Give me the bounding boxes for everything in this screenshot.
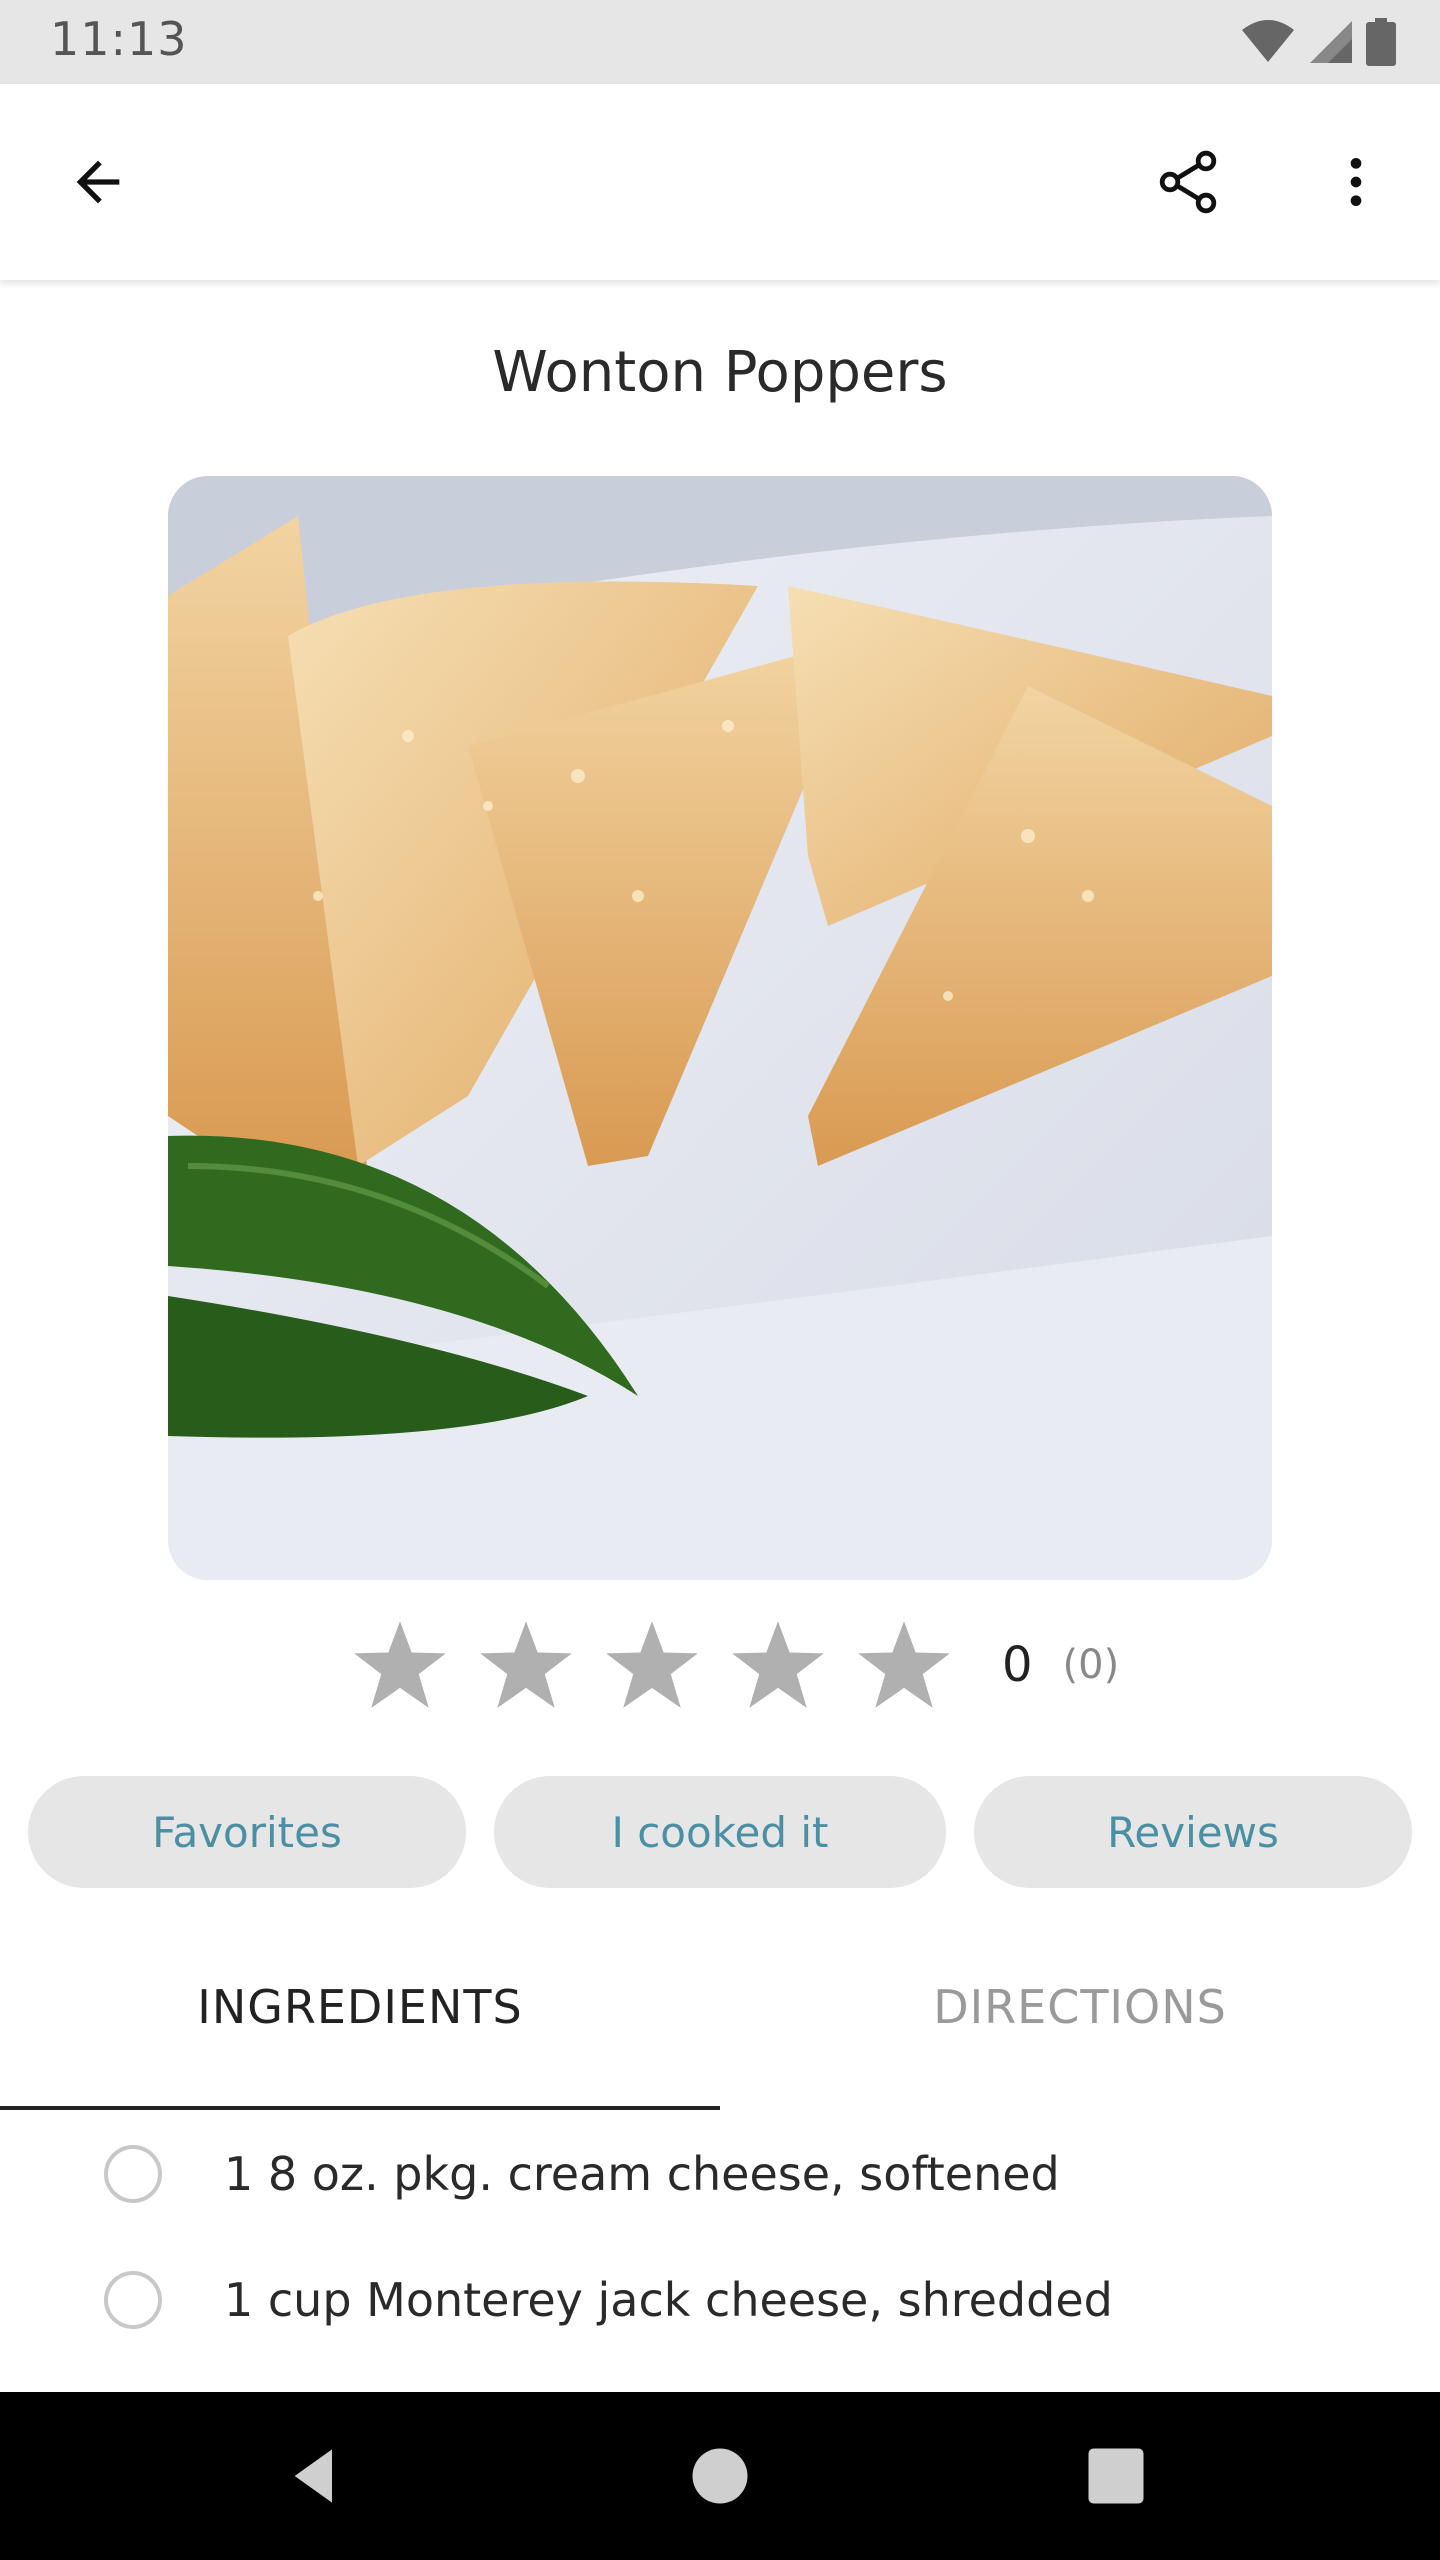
- tab-indicator: [0, 2106, 720, 2110]
- nav-home-icon: [692, 2448, 748, 2504]
- recipe-title: Wonton Poppers: [492, 340, 948, 405]
- nav-home-button[interactable]: [670, 2426, 770, 2526]
- signal-icon: [1310, 21, 1352, 63]
- status-icons: [1240, 18, 1396, 66]
- status-bar: 11:13: [0, 0, 1440, 84]
- star-icon[interactable]: [602, 1615, 702, 1715]
- star-icon[interactable]: [350, 1615, 450, 1715]
- favorites-button[interactable]: Favorites: [28, 1776, 466, 1888]
- battery-icon: [1366, 18, 1396, 66]
- star-icon[interactable]: [728, 1615, 828, 1715]
- share-button[interactable]: [1140, 134, 1236, 230]
- star-icon[interactable]: [854, 1615, 954, 1715]
- ingredient-item[interactable]: 1 cup Monterey jack cheese, shredded: [0, 2240, 1440, 2360]
- ingredient-text: 1 8 oz. pkg. cream cheese, softened: [224, 2147, 1060, 2201]
- i-cooked-it-button[interactable]: I cooked it: [494, 1776, 946, 1888]
- rating-count: (0): [1062, 1642, 1120, 1688]
- nav-back-icon: [294, 2449, 332, 2503]
- system-nav-bar: [0, 2392, 1440, 2560]
- nav-recent-button[interactable]: [1066, 2426, 1166, 2526]
- more-options-button[interactable]: [1308, 134, 1404, 230]
- back-arrow-icon: [76, 160, 120, 204]
- ingredient-text: 1 cup Monterey jack cheese, shredded: [224, 2273, 1113, 2327]
- star-icon[interactable]: [476, 1615, 576, 1715]
- ingredient-checkbox[interactable]: [104, 2145, 162, 2203]
- nav-back-button[interactable]: [266, 2426, 366, 2526]
- recipe-photo: [168, 476, 1272, 1580]
- nav-recent-icon: [1088, 2448, 1144, 2504]
- app-bar: [0, 84, 1440, 280]
- rating-value: 0: [1002, 1637, 1033, 1693]
- ingredient-checkbox[interactable]: [104, 2271, 162, 2329]
- more-vert-icon: [1350, 158, 1362, 206]
- wifi-icon: [1242, 20, 1294, 62]
- ingredient-item[interactable]: 1 8 oz. pkg. cream cheese, softened: [0, 2114, 1440, 2234]
- status-time: 11:13: [50, 12, 188, 66]
- back-button[interactable]: [50, 134, 146, 230]
- share-icon: [1159, 150, 1217, 214]
- tab-directions[interactable]: DIRECTIONS: [720, 1980, 1440, 2034]
- tab-ingredients[interactable]: INGREDIENTS: [0, 1980, 720, 2034]
- rating-row[interactable]: 0 (0): [350, 1610, 1119, 1720]
- reviews-button[interactable]: Reviews: [974, 1776, 1412, 1888]
